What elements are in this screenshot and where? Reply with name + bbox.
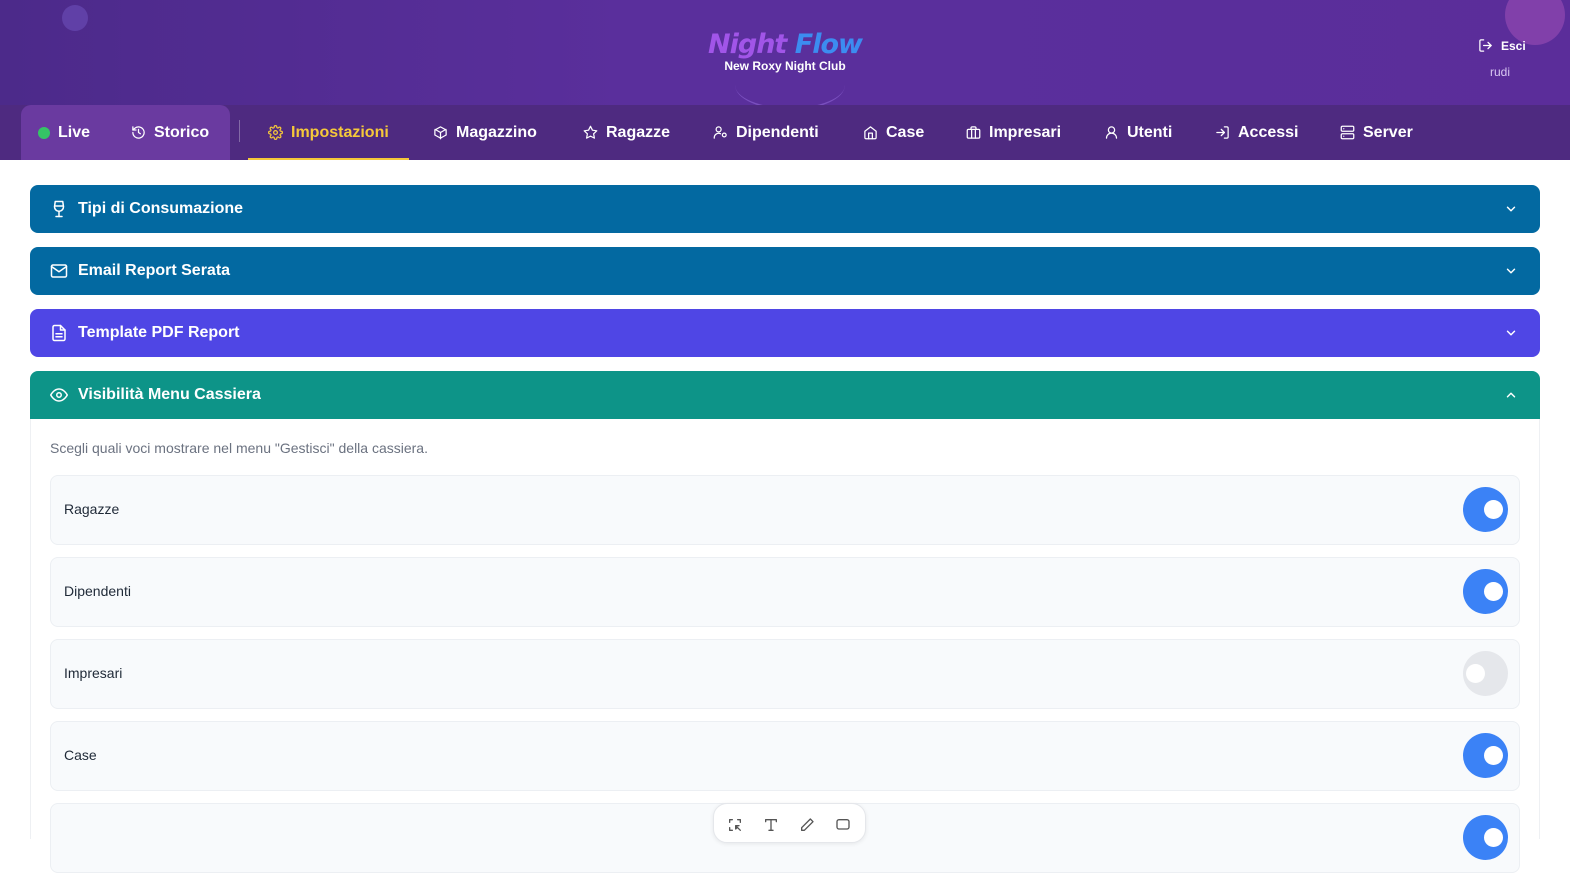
current-username: rudi — [1490, 65, 1511, 79]
section-tipi-consumazione[interactable]: Tipi di Consumazione — [30, 185, 1540, 233]
user-icon — [1105, 126, 1118, 139]
toggle-case[interactable] — [1463, 733, 1508, 778]
visibility-row-impresari: Impresari — [50, 639, 1520, 709]
toggle-partial[interactable] — [1463, 815, 1508, 860]
visibility-row-case: Case — [50, 721, 1520, 791]
mail-icon — [50, 264, 68, 278]
tab-live[interactable]: Live — [38, 105, 90, 160]
tab-ragazze[interactable]: Ragazze — [583, 105, 670, 160]
club-name: New Roxy Night Club — [724, 59, 846, 73]
tab-label: Accessi — [1238, 123, 1299, 141]
tab-case[interactable]: Case — [863, 105, 924, 160]
tab-impostazioni[interactable]: Impostazioni — [248, 105, 409, 160]
tab-label: Storico — [154, 123, 210, 141]
visibility-row-ragazze: Ragazze — [50, 475, 1520, 545]
logo-title: Night Flow — [0, 28, 1570, 62]
logo-title-part1: Night — [708, 29, 787, 60]
tab-label: Server — [1363, 123, 1413, 141]
tab-label: Case — [886, 123, 925, 141]
tab-magazzino[interactable]: Magazzino — [433, 105, 537, 160]
star-icon — [583, 125, 598, 139]
eye-icon — [50, 388, 68, 402]
tab-dipendenti[interactable]: Dipendenti — [713, 105, 819, 160]
logout-button[interactable]: Esci — [1478, 38, 1526, 53]
tab-label: Ragazze — [606, 123, 671, 141]
visibility-row-dipendenti: Dipendenti — [50, 557, 1520, 627]
tab-label: Impostazioni — [291, 123, 389, 141]
toggle-knob — [1484, 582, 1503, 601]
section-template-pdf[interactable]: Template PDF Report — [30, 309, 1540, 357]
section-title: Visibilità Menu Cassiera — [78, 386, 261, 403]
live-status-dot — [38, 126, 50, 139]
row-label: Ragazze — [64, 501, 120, 517]
floating-toolbar — [713, 803, 866, 843]
toggle-knob — [1484, 500, 1503, 519]
toggle-impresari[interactable] — [1463, 651, 1508, 696]
toggle-knob — [1466, 664, 1485, 683]
pencil-icon[interactable] — [799, 817, 815, 833]
box-icon — [434, 126, 447, 140]
text-tool-icon[interactable] — [763, 817, 779, 833]
chevron-down-icon — [1506, 206, 1516, 212]
tab-label: Magazzino — [456, 123, 537, 141]
app-logo: Night Flow New Roxy Night Club — [0, 28, 1570, 73]
chevron-down-icon — [1506, 330, 1516, 336]
section-title: Template PDF Report — [78, 324, 240, 341]
logo-title-part2: Flow — [794, 29, 863, 60]
login-icon — [1216, 126, 1229, 139]
logout-icon — [1479, 39, 1492, 52]
server-icon — [1340, 125, 1355, 140]
main-nav: Live Storico Impostazioni Magazzino Raga… — [0, 105, 1570, 160]
wine-glass-icon — [53, 200, 65, 218]
row-label: Dipendenti — [64, 583, 131, 599]
tab-label: Live — [58, 123, 91, 141]
user-key-icon — [713, 126, 727, 139]
toggle-ragazze[interactable] — [1463, 487, 1508, 532]
select-icon[interactable] — [727, 817, 743, 833]
toggle-dipendenti[interactable] — [1463, 569, 1508, 614]
file-text-icon — [52, 324, 66, 342]
tab-accessi[interactable]: Accessi — [1215, 105, 1299, 160]
toggle-knob — [1484, 746, 1503, 765]
tab-label: Utenti — [1127, 123, 1173, 141]
briefcase-icon — [966, 126, 981, 139]
row-label: Impresari — [64, 665, 123, 681]
logout-label: Esci — [1501, 38, 1526, 53]
visibility-description: Scegli quali voci mostrare nel menu "Ges… — [50, 440, 428, 456]
tab-label: Dipendenti — [736, 123, 819, 141]
comment-icon[interactable] — [835, 817, 851, 833]
tab-server[interactable]: Server — [1340, 105, 1413, 160]
section-title: Email Report Serata — [78, 262, 231, 279]
house-icon — [864, 126, 877, 140]
tab-storico[interactable]: Storico — [131, 105, 209, 160]
tab-label: Impresari — [989, 123, 1062, 141]
section-email-report[interactable]: Email Report Serata — [30, 247, 1540, 295]
gear-icon — [268, 125, 283, 140]
toggle-knob — [1484, 828, 1503, 847]
history-icon — [132, 126, 145, 139]
chevron-down-icon — [1506, 268, 1516, 274]
nav-divider — [239, 120, 240, 142]
chevron-up-icon — [1506, 392, 1516, 398]
tab-utenti[interactable]: Utenti — [1104, 105, 1172, 160]
app-header: Night Flow New Roxy Night Club Esci rudi — [0, 0, 1570, 105]
section-visibilita-menu[interactable]: Visibilità Menu Cassiera — [30, 371, 1540, 419]
tab-impresari[interactable]: Impresari — [966, 105, 1061, 160]
row-label: Case — [64, 747, 97, 763]
section-title: Tipi di Consumazione — [78, 200, 244, 217]
